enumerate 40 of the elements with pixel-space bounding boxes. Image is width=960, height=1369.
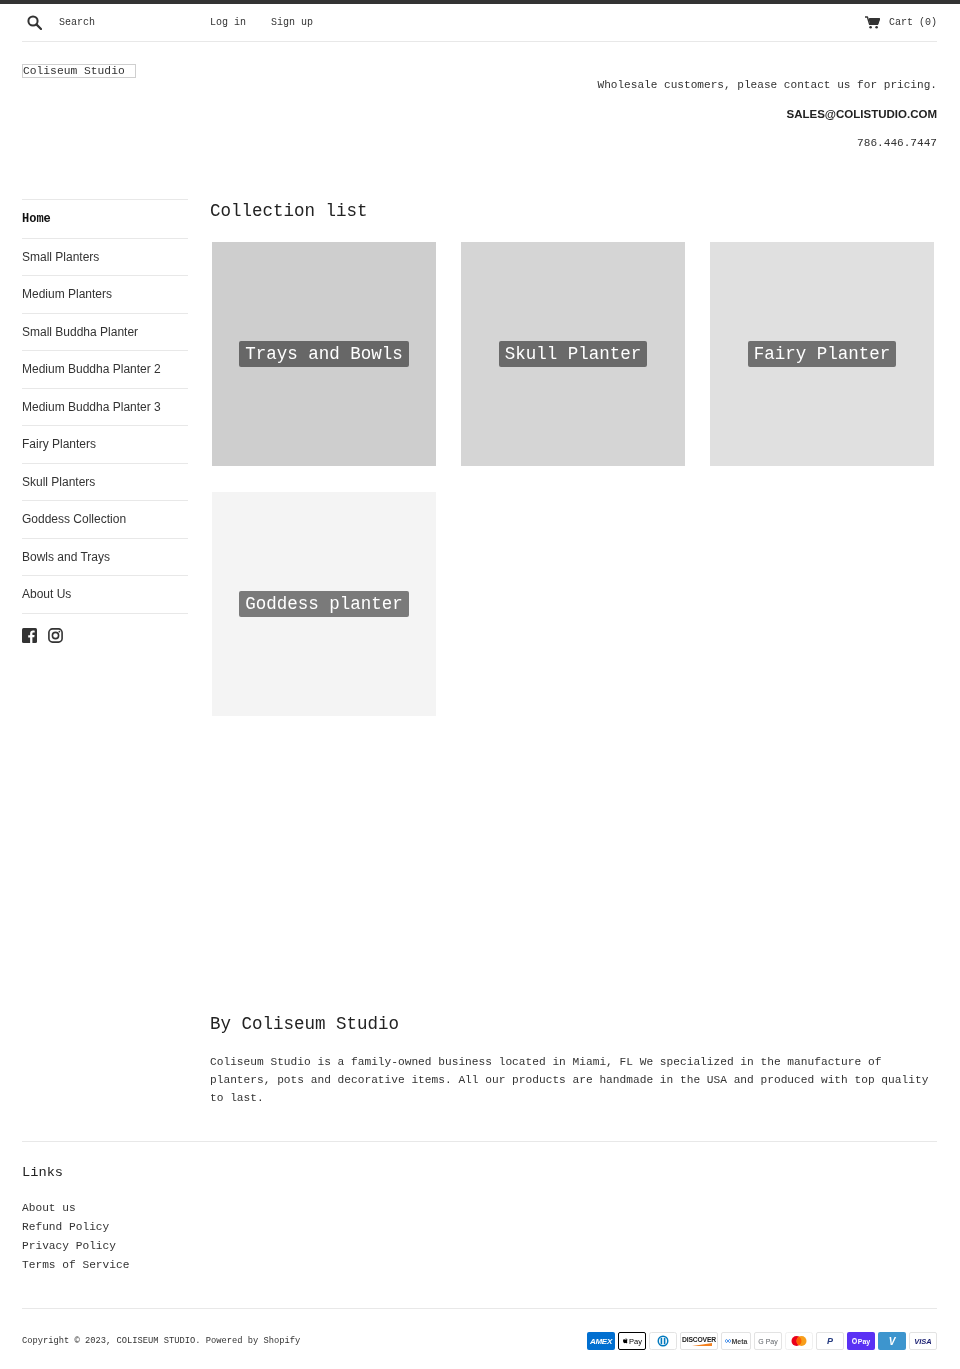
sidebar-link[interactable]: Small Planters bbox=[22, 247, 100, 266]
collection-card[interactable]: Trays and Bowls bbox=[212, 242, 436, 466]
footer-link[interactable]: Privacy Policy bbox=[22, 1240, 116, 1252]
facebook-icon[interactable] bbox=[22, 627, 37, 643]
payment-logo: AMEX bbox=[587, 1332, 615, 1350]
sidebar-link[interactable]: Bowls and Trays bbox=[22, 547, 111, 566]
collection-card[interactable]: Fairy Planter bbox=[710, 242, 934, 466]
about-heading: By Coliseum Studio bbox=[210, 1013, 401, 1036]
sidebar-link[interactable]: Medium Buddha Planter 3 bbox=[22, 397, 161, 416]
sidebar-link[interactable]: Medium Buddha Planter 2 bbox=[22, 360, 161, 379]
search-field[interactable]: Search bbox=[59, 15, 210, 30]
instagram-icon[interactable] bbox=[48, 627, 63, 643]
footer-link[interactable]: About us bbox=[22, 1202, 76, 1214]
links-heading: Links bbox=[22, 1164, 64, 1182]
collection-card[interactable]: Goddess planter bbox=[212, 492, 436, 716]
about-text: Coliseum Studio is a family-owned business located in Miami, FL We specialized in the manufacture of planters, pots and decorative items. All our products are handmade in the USA and produced with top quality to last. bbox=[210, 1055, 930, 1106]
site-logo[interactable]: Coliseum Studio bbox=[22, 64, 136, 78]
footer-link[interactable]: Refund Policy bbox=[22, 1221, 110, 1233]
account-link[interactable]: Log in bbox=[210, 15, 246, 30]
collection-heading: Collection list bbox=[210, 200, 369, 223]
sidebar-link[interactable]: Skull Planters bbox=[22, 472, 96, 491]
wholesale-note: Wholesale customers, please contact us for pricing. bbox=[597, 78, 937, 93]
account-link[interactable]: Sign up bbox=[271, 15, 314, 30]
cart-link[interactable]: Cart (0) bbox=[889, 15, 937, 30]
sidebar-link[interactable]: Goddess Collection bbox=[22, 510, 127, 529]
sidebar-link[interactable]: Home bbox=[22, 210, 51, 229]
sidebar-link[interactable]: Small Buddha Planter bbox=[22, 322, 139, 341]
email-text: SALES@COLISTUDIO.COM bbox=[786, 107, 937, 122]
overlapping-circles-icon bbox=[785, 1332, 813, 1350]
copyright-text: Copyright © 2023, COLISEUM STUDIO. Powered by Shopify bbox=[22, 1335, 301, 1347]
sidebar-link[interactable]: Fairy Planters bbox=[22, 435, 97, 454]
sidebar-link[interactable]: Medium Planters bbox=[22, 285, 113, 304]
footer-link[interactable]: Terms of Service bbox=[22, 1259, 130, 1271]
payment-logo: P bbox=[816, 1332, 844, 1350]
search-icon[interactable] bbox=[27, 15, 42, 30]
phone-text: 786.446.7447 bbox=[857, 136, 937, 151]
sidebar-link[interactable]: About Us bbox=[22, 585, 72, 604]
payment-logo: V bbox=[878, 1332, 906, 1350]
cart-icon[interactable] bbox=[865, 16, 880, 29]
collection-card[interactable]: Skull Planter bbox=[461, 242, 685, 466]
